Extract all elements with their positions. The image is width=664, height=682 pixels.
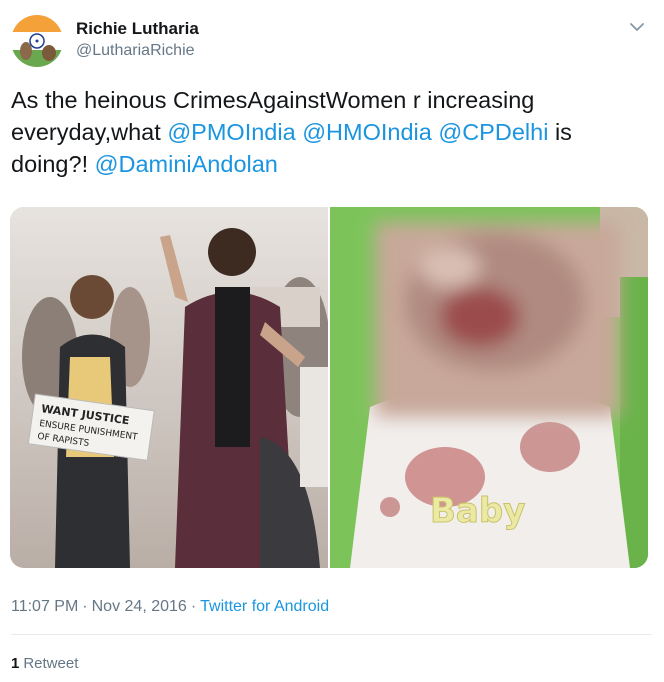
meta-separator: · [190, 598, 197, 615]
mention-link-pmoindia[interactable]: @PMOIndia [167, 119, 295, 145]
mention-link-cpdelhi[interactable]: @CPDelhi [438, 119, 548, 145]
retweet-stats[interactable]: 1 Retweet [11, 655, 78, 672]
divider [11, 634, 652, 635]
protest-photo[interactable]: WANT JUSTICE ENSURE PUNISHMENT OF RAPIST… [10, 207, 328, 568]
retweet-count: 1 [11, 655, 20, 672]
retweet-label: Retweet [23, 655, 79, 672]
tweet-card: Richie Lutharia @LuthariaRichie As the h… [0, 0, 664, 682]
media-gallery: WANT JUSTICE ENSURE PUNISHMENT OF RAPIST… [10, 207, 648, 568]
mention-link-daminiandolan[interactable]: @DaminiAndolan [95, 151, 278, 177]
mention-link-hmoindia[interactable]: @HMOIndia [302, 119, 432, 145]
avatar[interactable] [11, 15, 63, 67]
user-handle[interactable]: @LuthariaRichie [76, 42, 195, 60]
bib-text: Baby [430, 491, 525, 531]
baby-photo[interactable]: Baby [330, 207, 648, 568]
chevron-down-icon[interactable] [627, 17, 647, 37]
tweet-date[interactable]: Nov 24, 2016 [92, 598, 187, 615]
tweet-text: As the heinous CrimesAgainstWomen r incr… [11, 84, 651, 180]
meta-separator: · [82, 598, 88, 615]
user-name[interactable]: Richie Lutharia [76, 19, 199, 39]
tweet-meta: 11:07 PM · Nov 24, 2016 · Twitter for Androi… [11, 598, 329, 616]
india-flag-avatar-icon [11, 15, 63, 67]
tweet-time[interactable]: 11:07 PM [11, 598, 78, 615]
tweet-source-link[interactable]: Twitter for Android [200, 598, 329, 615]
